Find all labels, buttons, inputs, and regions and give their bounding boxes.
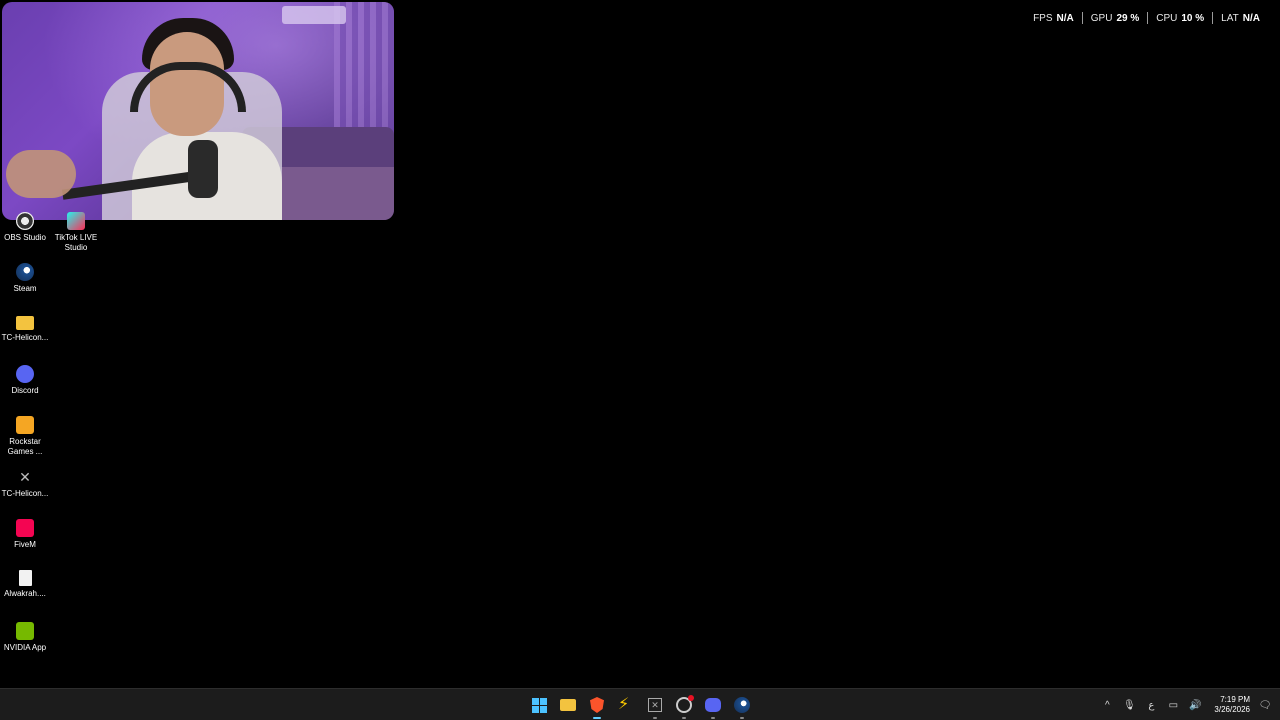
- desktop-icon-tiktok-live-studio[interactable]: TikTok LIVE Studio: [51, 212, 101, 253]
- notifications-icon[interactable]: 🗨: [1258, 698, 1272, 712]
- nvidia-icon: [16, 622, 34, 640]
- taskbar-steam[interactable]: [730, 693, 754, 719]
- performance-overlay: FPS N/A GPU 29 % CPU 10 % LAT N/A: [1025, 12, 1268, 24]
- desktop-icon-obs-studio[interactable]: OBS Studio: [0, 212, 50, 243]
- file-explorer-icon: [560, 699, 576, 711]
- perf-latency: LAT N/A: [1212, 12, 1268, 24]
- notification-dot: [688, 695, 694, 701]
- show-hidden-icons-chevron[interactable]: ^: [1100, 698, 1114, 712]
- clock-time: 7:19 PM: [1220, 695, 1250, 704]
- network-icon[interactable]: ▭: [1166, 698, 1180, 712]
- x-app-icon: ✕: [648, 698, 662, 712]
- desktop-icon-nvidia-app[interactable]: NVIDIA App: [0, 622, 50, 653]
- clock-date: 3/26/2026: [1214, 705, 1250, 714]
- tiktok-live-icon: [67, 212, 85, 230]
- taskbar-discord[interactable]: [701, 693, 725, 719]
- volume-icon[interactable]: 🔊: [1188, 698, 1202, 712]
- discord-icon: [16, 365, 34, 383]
- taskbar-file-explorer[interactable]: [556, 693, 580, 717]
- taskbar-feather-app[interactable]: ⚡: [614, 693, 638, 717]
- webcam-overlay: [2, 2, 394, 220]
- perf-cpu: CPU 10 %: [1147, 12, 1212, 24]
- start-button[interactable]: [527, 693, 551, 717]
- language-indicator[interactable]: ع: [1144, 698, 1158, 712]
- desktop-icon-alwakrah-file[interactable]: Alwakrah....: [0, 570, 50, 599]
- steam-icon: [734, 697, 750, 713]
- system-tray: ^ 🎙 ع ▭ 🔊 7:19 PM 3/26/2026 🗨: [1100, 689, 1272, 720]
- clock-app-icon: [676, 695, 694, 713]
- desktop-icon-tc-helicon-folder[interactable]: TC-Helicon...: [0, 314, 50, 343]
- microphone-icon[interactable]: 🎙: [1122, 698, 1136, 712]
- desktop-icon-rockstar-games[interactable]: Rockstar Games ...: [0, 416, 50, 457]
- obs-icon: [16, 212, 34, 230]
- system-clock[interactable]: 7:19 PM 3/26/2026: [1214, 695, 1250, 715]
- discord-icon: [705, 698, 721, 712]
- start-icon: [531, 697, 547, 713]
- taskbar-clock-app[interactable]: [672, 693, 696, 719]
- taskbar-x-app[interactable]: ✕: [643, 693, 667, 719]
- feather-icon: ⚡: [618, 696, 630, 713]
- desktop-icon-discord[interactable]: Discord: [0, 365, 50, 396]
- fivem-icon: [16, 519, 34, 537]
- folder-icon: [16, 316, 34, 330]
- steam-icon: [16, 263, 34, 281]
- taskbar: ⚡ ✕ ^ 🎙 ع ▭ 🔊 7:19 PM 3/26/2026 🗨: [0, 688, 1280, 720]
- desktop-icon-steam[interactable]: Steam: [0, 263, 50, 294]
- rockstar-icon: [16, 416, 34, 434]
- perf-gpu: GPU 29 %: [1081, 12, 1147, 24]
- brave-icon: [590, 697, 604, 713]
- taskbar-brave[interactable]: [585, 693, 609, 719]
- x-app-icon: ✕: [19, 469, 31, 485]
- desktop-icon-fivem[interactable]: FiveM: [0, 519, 50, 550]
- file-icon: [18, 570, 32, 586]
- desktop-icon-tc-helicon-app[interactable]: ✕ TC-Helicon...: [0, 468, 50, 499]
- perf-fps: FPS N/A: [1033, 12, 1074, 24]
- taskbar-apps: ⚡ ✕: [527, 693, 754, 719]
